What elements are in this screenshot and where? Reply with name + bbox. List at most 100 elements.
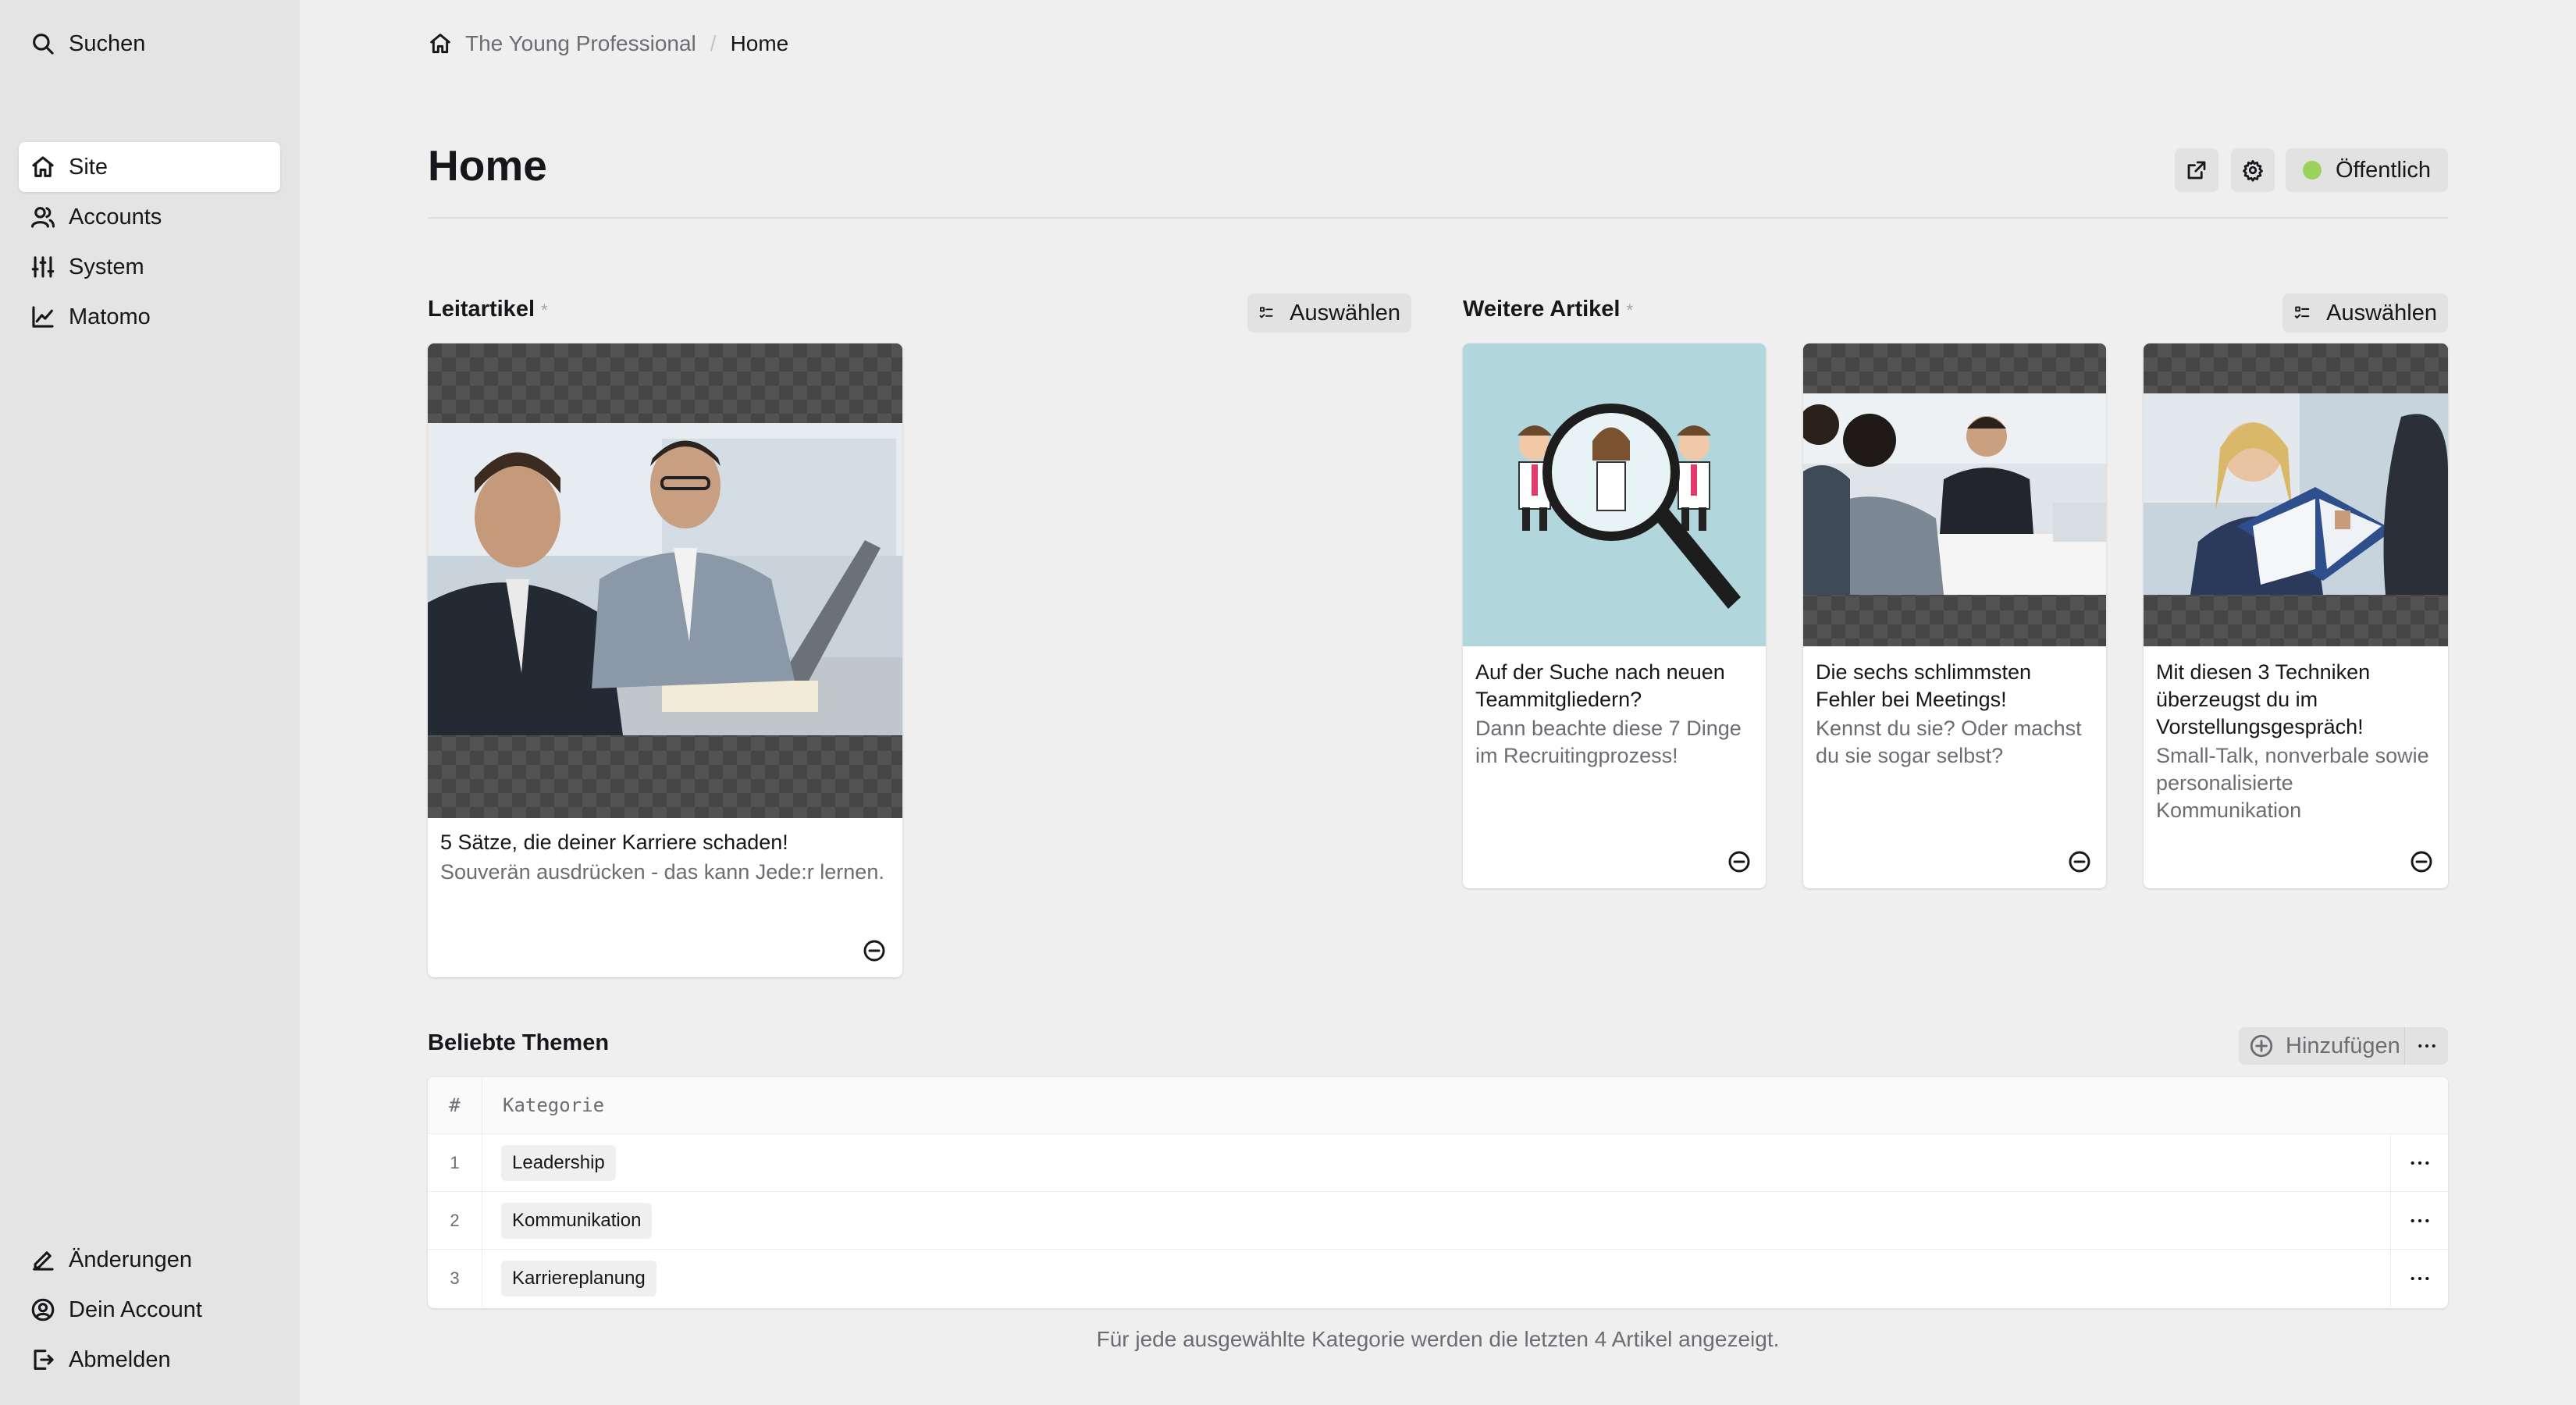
users-icon [30, 207, 55, 228]
sidebar-item-accounts[interactable]: Accounts [19, 192, 280, 242]
plus-circle-icon [2250, 1034, 2273, 1058]
sidebar-item-matomo[interactable]: Matomo [19, 292, 280, 342]
app-root: Suchen Site Accounts System Matomo Änder… [0, 0, 2576, 1405]
remove-icon[interactable] [862, 938, 887, 963]
search-label: Suchen [69, 30, 146, 56]
article-image [428, 423, 902, 735]
article-title: 5 Sätze, die deiner Karriere schaden! [440, 831, 788, 854]
page-title: Home [428, 141, 547, 190]
sidebar-item-label: Accounts [69, 204, 162, 229]
category-tag[interactable]: Kommunikation [501, 1203, 653, 1239]
status-label: Öffentlich [2336, 157, 2431, 183]
weitere-select-button[interactable]: Auswählen [2282, 293, 2448, 333]
weitere-artikel-label: Weitere Artikel * [1463, 297, 1633, 322]
leitartikel-label-text: Leitartikel [428, 297, 535, 322]
category-tag[interactable]: Leadership [501, 1145, 616, 1181]
table-row[interactable]: 2 Kommunikation [428, 1191, 2448, 1249]
breadcrumb-current-page[interactable]: Home [731, 31, 789, 56]
search-button[interactable]: Suchen [19, 19, 280, 69]
article-image [1803, 393, 2106, 595]
select-label: Auswählen [1290, 300, 1400, 325]
breadcrumb: The Young Professional / Home [428, 27, 788, 61]
add-label: Hinzufügen [2286, 1033, 2400, 1058]
more-horizontal-icon [2418, 1044, 2435, 1048]
article-description: Dann beachte diese 7 Dinge im Recruiting… [1475, 717, 1742, 767]
row-index: 3 [428, 1250, 482, 1307]
article-card[interactable]: Mit diesen 3 Techniken überzeugst du im … [2144, 343, 2448, 888]
open-preview-button[interactable] [2175, 148, 2218, 192]
checklist-icon [1259, 307, 1273, 318]
themen-table: # Kategorie 1 Leadership 2 Kommunikation… [428, 1077, 2448, 1308]
sidebar-item-system[interactable]: System [19, 242, 280, 292]
add-topic-button[interactable]: Hinzufügen [2239, 1027, 2448, 1065]
select-label: Auswählen [2326, 300, 2437, 325]
article-image-placeholder [428, 343, 902, 818]
checklist-icon [2294, 306, 2310, 319]
remove-icon[interactable] [2067, 849, 2092, 874]
article-image-placeholder [1803, 343, 2106, 646]
section-options-button[interactable] [2404, 1027, 2448, 1065]
main-content: The Young Professional / Home Home Öffen… [300, 0, 2576, 1405]
beliebte-themen-label: Beliebte Themen [428, 1030, 610, 1055]
chart-icon [32, 306, 54, 328]
article-image-placeholder [1463, 343, 1766, 646]
sidebar-item-label: Abmelden [69, 1346, 171, 1372]
breadcrumb-separator: / [710, 31, 717, 55]
category-tag[interactable]: Karriereplanung [501, 1261, 656, 1297]
article-image [1463, 343, 1766, 646]
weitere-artikel-label-text: Weitere Artikel [1463, 297, 1621, 322]
sidebar-item-label: Matomo [69, 304, 151, 329]
row-index: 2 [428, 1192, 482, 1249]
page-settings-button[interactable] [2231, 148, 2275, 192]
leitartikel-select-button[interactable]: Auswählen [1247, 293, 1411, 333]
external-link-icon [2187, 161, 2206, 180]
gear-icon [2243, 160, 2263, 182]
column-header-category: Kategorie [503, 1094, 605, 1116]
leitartikel-card[interactable]: 5 Sätze, die deiner Karriere schaden! So… [428, 343, 902, 977]
leitartikel-label: Leitartikel * [428, 297, 548, 322]
article-card[interactable]: Auf der Suche nach neuen Teammitgliedern… [1463, 343, 1766, 888]
table-row[interactable]: 3 Karriereplanung [428, 1249, 2448, 1307]
table-header: # Kategorie [428, 1077, 2448, 1133]
sidebar-item-logout[interactable]: Abmelden [19, 1335, 280, 1385]
sidebar-item-label: Änderungen [69, 1247, 193, 1272]
sidebar-item-site[interactable]: Site [19, 142, 280, 192]
row-options-button[interactable] [2390, 1134, 2448, 1191]
remove-icon[interactable] [1727, 849, 1752, 874]
row-index: 1 [428, 1134, 482, 1191]
article-card[interactable]: Die sechs schlimmsten Fehler bei Meeting… [1803, 343, 2106, 888]
sidebar-item-label: Dein Account [69, 1297, 202, 1322]
search-icon [33, 34, 54, 55]
more-horizontal-icon [2411, 1276, 2428, 1280]
sliders-icon [31, 256, 55, 278]
sidebar-item-label: System [69, 254, 144, 279]
breadcrumb-site-link[interactable]: The Young Professional [465, 31, 696, 56]
article-description: Souverän ausdrücken - das kann Jede:r le… [440, 860, 884, 884]
row-options-button[interactable] [2390, 1250, 2448, 1307]
edit-icon [33, 1251, 54, 1271]
logout-icon [34, 1350, 54, 1370]
remove-icon[interactable] [2409, 849, 2434, 874]
article-title: Die sechs schlimmsten Fehler bei Meeting… [1816, 660, 2032, 711]
home-icon[interactable] [428, 31, 453, 56]
sidebar-item-account[interactable]: Dein Account [19, 1285, 280, 1335]
more-horizontal-icon [2411, 1161, 2428, 1165]
row-options-button[interactable] [2390, 1192, 2448, 1249]
home-icon [32, 156, 54, 177]
sidebar-item-label: Site [69, 154, 108, 180]
status-dot [2303, 161, 2322, 180]
help-text: Für jede ausgewählte Kategorie werden di… [1096, 1327, 1780, 1351]
article-description: Small-Talk, nonverbale sowie personalisi… [2156, 744, 2429, 822]
article-image [2144, 393, 2448, 595]
table-row[interactable]: 1 Leadership [428, 1133, 2448, 1191]
more-horizontal-icon [2411, 1218, 2428, 1222]
column-header-index: # [428, 1077, 482, 1133]
title-divider [428, 217, 2448, 219]
article-title: Mit diesen 3 Techniken überzeugst du im … [2156, 660, 2371, 738]
article-image-placeholder [2144, 343, 2448, 646]
article-description: Kennst du sie? Oder machst du sie sogar … [1816, 717, 2082, 767]
status-button[interactable]: Öffentlich [2286, 148, 2448, 192]
required-mark: * [541, 301, 548, 320]
sidebar-item-changes[interactable]: Änderungen [19, 1235, 280, 1285]
user-circle-icon [31, 1298, 55, 1321]
